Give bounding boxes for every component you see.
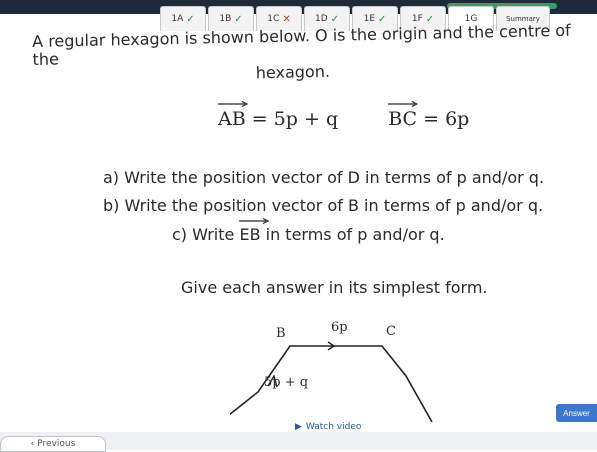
tab-label: 1E [363, 14, 376, 24]
part-a-text: a) Write the position vector of D in ter… [103, 168, 545, 187]
intro-line-2: hexagon. [255, 61, 331, 83]
answer-button[interactable]: Answer [556, 404, 597, 422]
vector-arrow-icon [388, 101, 419, 107]
given-vectors: AB = 5p + q BC = 6p [218, 101, 470, 130]
cross-icon: ✕ [282, 13, 291, 25]
tab-label: 1D [314, 14, 328, 24]
check-icon: ✓ [330, 13, 340, 25]
vertex-b-label: B [276, 326, 286, 341]
chevron-left-icon: ‹ [30, 439, 35, 449]
watch-video-link[interactable]: ▶ Watch video [295, 422, 361, 432]
part-b-text: b) Write the position vector of B in ter… [103, 196, 544, 215]
tab-label: 1B [219, 14, 232, 24]
check-icon: ✓ [378, 13, 387, 25]
question-intro: A regular hexagon is shown below. O is t… [32, 21, 593, 87]
side-ab-label: 5p + q [264, 375, 309, 390]
hexagon-diagram: B C 6p 5p + q [219, 310, 460, 426]
vector-ab: AB [218, 101, 248, 130]
vector-ab-value: = 5p + q [251, 108, 339, 130]
tab-1a[interactable]: 1A ✓ [160, 6, 206, 31]
vertex-c-label: C [386, 324, 396, 339]
vector-arrow-icon [239, 218, 270, 224]
tab-label: 1F [411, 14, 423, 24]
vector-bc-value: = 6p [423, 108, 470, 130]
instruction-text: Give each answer in its simplest form. [181, 278, 488, 297]
video-icon: ▶ [295, 422, 302, 432]
check-icon: ✓ [186, 13, 195, 25]
tab-label: 1A [171, 14, 184, 24]
vector-bc: BC [388, 101, 419, 130]
check-icon: ✓ [234, 13, 243, 25]
part-c-text: c) Write EB in terms of p and/or q. [172, 218, 445, 245]
vector-arrow-icon [218, 101, 248, 107]
side-bc-label: 6p [331, 320, 348, 335]
vector-eb: EB [239, 218, 270, 245]
tab-label: 1C [267, 14, 280, 24]
